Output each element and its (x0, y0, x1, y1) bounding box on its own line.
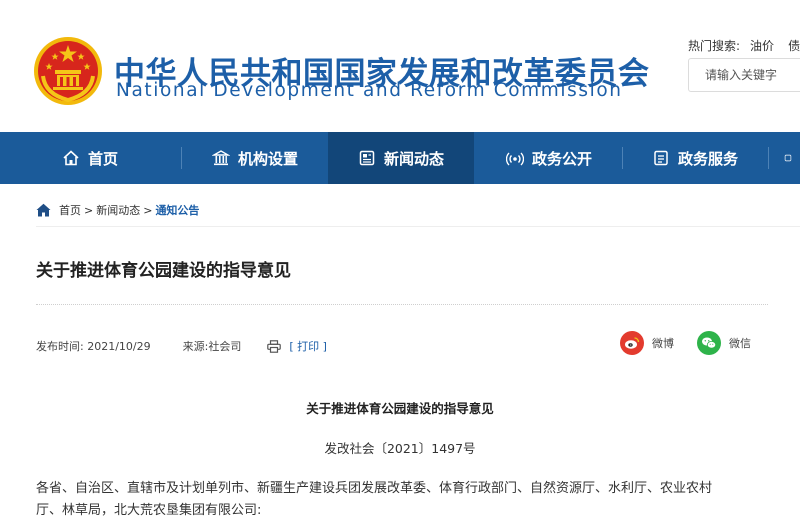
publish-label: 发布时间: (36, 340, 84, 353)
hot-search-term[interactable]: 油价 (750, 39, 774, 53)
search-input[interactable] (689, 59, 800, 91)
divider (36, 226, 800, 227)
hot-search: 热门搜索: 油价债券 (688, 37, 800, 54)
search-box (688, 58, 800, 92)
publish-date: 发布时间: 2021/10/29 (36, 338, 151, 354)
home-icon[interactable] (36, 203, 51, 217)
more-nav-icon (784, 154, 792, 162)
share-label: 微信 (729, 337, 751, 350)
source-label: 来源: (182, 340, 209, 353)
document-icon (654, 150, 668, 166)
hot-search-label: 热门搜索: (688, 39, 741, 53)
nav-label: 政务公开 (531, 149, 592, 168)
divider (36, 304, 768, 305)
print-label: [ 打印 ] (289, 340, 327, 353)
share-wechat[interactable]: 微信 (697, 331, 751, 355)
article-title: 关于推进体育公园建设的指导意见 (36, 261, 291, 281)
nav-item-more[interactable] (784, 132, 800, 184)
nav-item-government-affairs[interactable]: 政务公开 (476, 132, 622, 184)
document-title: 关于推进体育公园建设的指导意见 (306, 401, 494, 416)
breadcrumb-separator: > (84, 203, 94, 217)
share-weibo[interactable]: 微博 (620, 331, 674, 355)
nav-item-services[interactable]: 政务服务 (623, 132, 767, 184)
body-line: 厅、林草局，北大荒农垦集团有限公司: (36, 503, 262, 518)
nav-item-news[interactable]: 新闻动态 (328, 132, 474, 184)
source-value: 社会司 (208, 340, 242, 353)
site-header: 中华人民共和国国家发展和改革委员会 National Development a… (0, 0, 800, 132)
nav-label: 机构设置 (237, 149, 298, 168)
body-line: 各省、自治区、直辖市及计划单列市、新疆生产建设兵团发展改革委、体育行政部门、自然… (36, 481, 713, 496)
breadcrumb-home[interactable]: 首页 (59, 202, 81, 218)
newspaper-icon (359, 150, 375, 166)
hot-search-term[interactable]: 债券 (788, 39, 800, 53)
broadcast-icon (505, 152, 524, 166)
breadcrumb: 首页 > 新闻动态 > 通知公告 (36, 202, 199, 218)
site-title-en[interactable]: National Development and Reform Commissi… (116, 80, 623, 101)
weibo-icon (620, 331, 644, 355)
article-meta: 发布时间: 2021/10/29 来源:社会司 [ 打印 ] (36, 338, 327, 354)
nav-item-organization[interactable]: 机构设置 (182, 132, 328, 184)
breadcrumb-notices[interactable]: 通知公告 (155, 202, 199, 218)
nav-label: 新闻动态 (383, 149, 444, 168)
main-nav: 首页 机构设置 新闻动态 政务公开 政务服务 (0, 132, 800, 184)
building-icon (211, 150, 230, 166)
breadcrumb-news[interactable]: 新闻动态 (96, 202, 140, 218)
breadcrumb-separator: > (143, 203, 153, 217)
print-button[interactable]: [ 打印 ] (267, 338, 327, 354)
national-emblem-icon[interactable] (33, 36, 103, 106)
home-icon (63, 150, 79, 166)
source: 来源:社会司 (183, 338, 242, 354)
share-label: 微博 (652, 337, 674, 350)
document-body: 各省、自治区、直辖市及计划单列市、新疆生产建设兵团发展改革委、体育行政部门、自然… (36, 478, 776, 520)
nav-label: 首页 (87, 149, 118, 168)
publish-date-value: 2021/10/29 (87, 340, 151, 353)
printer-icon (267, 339, 282, 353)
nav-divider (768, 147, 769, 169)
nav-label: 政务服务 (677, 149, 738, 168)
nav-item-home[interactable]: 首页 (0, 132, 180, 184)
document-number: 发改社会〔2021〕1497号 (324, 441, 476, 456)
wechat-icon (697, 331, 721, 355)
